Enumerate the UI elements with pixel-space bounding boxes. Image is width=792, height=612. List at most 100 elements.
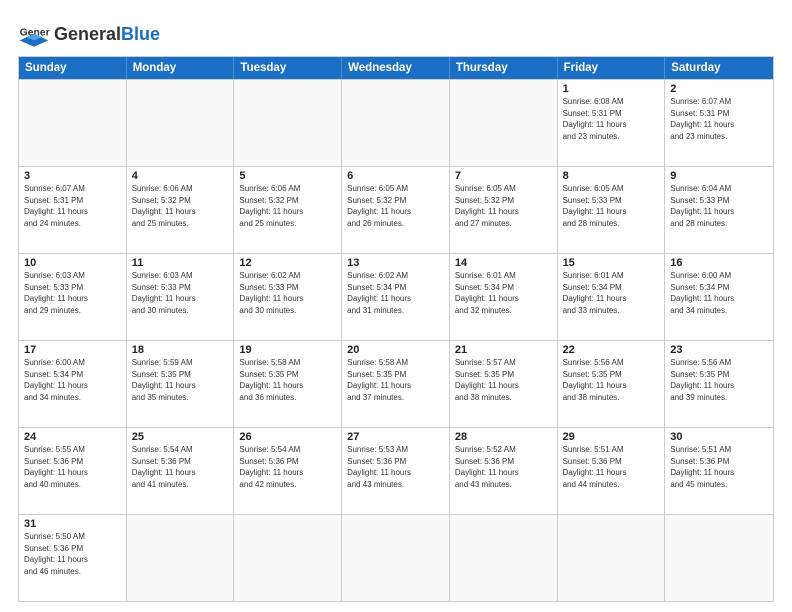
day-number: 5: [239, 170, 336, 182]
day-number: 13: [347, 257, 444, 269]
day-info: Sunrise: 5:55 AM Sunset: 5:36 PM Dayligh…: [24, 444, 121, 490]
day-cell-13: 13Sunrise: 6:02 AM Sunset: 5:34 PM Dayli…: [342, 254, 450, 340]
day-number: 12: [239, 257, 336, 269]
day-info: Sunrise: 6:08 AM Sunset: 5:31 PM Dayligh…: [563, 96, 660, 142]
day-info: Sunrise: 6:01 AM Sunset: 5:34 PM Dayligh…: [563, 270, 660, 316]
day-number: 26: [239, 431, 336, 443]
calendar-row-3: 17Sunrise: 6:00 AM Sunset: 5:34 PM Dayli…: [19, 340, 773, 427]
day-cell-6: 6Sunrise: 6:05 AM Sunset: 5:32 PM Daylig…: [342, 167, 450, 253]
day-number: 10: [24, 257, 121, 269]
day-number: 18: [132, 344, 229, 356]
day-cell-9: 9Sunrise: 6:04 AM Sunset: 5:33 PM Daylig…: [665, 167, 773, 253]
day-info: Sunrise: 5:54 AM Sunset: 5:36 PM Dayligh…: [239, 444, 336, 490]
empty-cell-r5-c6: [665, 515, 773, 601]
day-number: 31: [24, 518, 121, 530]
day-cell-4: 4Sunrise: 6:06 AM Sunset: 5:32 PM Daylig…: [127, 167, 235, 253]
calendar-row-2: 10Sunrise: 6:03 AM Sunset: 5:33 PM Dayli…: [19, 253, 773, 340]
day-number: 15: [563, 257, 660, 269]
day-number: 29: [563, 431, 660, 443]
day-cell-16: 16Sunrise: 6:00 AM Sunset: 5:34 PM Dayli…: [665, 254, 773, 340]
day-number: 22: [563, 344, 660, 356]
day-cell-28: 28Sunrise: 5:52 AM Sunset: 5:36 PM Dayli…: [450, 428, 558, 514]
empty-cell-r5-c2: [234, 515, 342, 601]
day-number: 30: [670, 431, 768, 443]
day-info: Sunrise: 6:02 AM Sunset: 5:34 PM Dayligh…: [347, 270, 444, 316]
day-cell-26: 26Sunrise: 5:54 AM Sunset: 5:36 PM Dayli…: [234, 428, 342, 514]
calendar-header-row: SundayMondayTuesdayWednesdayThursdayFrid…: [19, 57, 773, 79]
day-info: Sunrise: 5:57 AM Sunset: 5:35 PM Dayligh…: [455, 357, 552, 403]
day-number: 9: [670, 170, 768, 182]
calendar-row-1: 3Sunrise: 6:07 AM Sunset: 5:31 PM Daylig…: [19, 166, 773, 253]
weekday-header-monday: Monday: [127, 57, 235, 79]
weekday-header-wednesday: Wednesday: [342, 57, 450, 79]
day-info: Sunrise: 6:05 AM Sunset: 5:32 PM Dayligh…: [455, 183, 552, 229]
day-cell-12: 12Sunrise: 6:02 AM Sunset: 5:33 PM Dayli…: [234, 254, 342, 340]
empty-cell-r5-c5: [558, 515, 666, 601]
day-cell-3: 3Sunrise: 6:07 AM Sunset: 5:31 PM Daylig…: [19, 167, 127, 253]
day-number: 19: [239, 344, 336, 356]
day-number: 2: [670, 83, 768, 95]
day-number: 4: [132, 170, 229, 182]
day-cell-7: 7Sunrise: 6:05 AM Sunset: 5:32 PM Daylig…: [450, 167, 558, 253]
day-info: Sunrise: 5:51 AM Sunset: 5:36 PM Dayligh…: [670, 444, 768, 490]
empty-cell-r5-c4: [450, 515, 558, 601]
empty-cell-r5-c1: [127, 515, 235, 601]
weekday-header-sunday: Sunday: [19, 57, 127, 79]
weekday-header-tuesday: Tuesday: [234, 57, 342, 79]
day-cell-2: 2Sunrise: 6:07 AM Sunset: 5:31 PM Daylig…: [665, 80, 773, 166]
day-cell-1: 1Sunrise: 6:08 AM Sunset: 5:31 PM Daylig…: [558, 80, 666, 166]
calendar-row-4: 24Sunrise: 5:55 AM Sunset: 5:36 PM Dayli…: [19, 427, 773, 514]
day-cell-10: 10Sunrise: 6:03 AM Sunset: 5:33 PM Dayli…: [19, 254, 127, 340]
day-number: 6: [347, 170, 444, 182]
generalblue-logo-icon: General: [18, 18, 50, 50]
day-info: Sunrise: 6:06 AM Sunset: 5:32 PM Dayligh…: [239, 183, 336, 229]
day-info: Sunrise: 5:52 AM Sunset: 5:36 PM Dayligh…: [455, 444, 552, 490]
empty-cell-r0-c3: [342, 80, 450, 166]
day-cell-30: 30Sunrise: 5:51 AM Sunset: 5:36 PM Dayli…: [665, 428, 773, 514]
weekday-header-saturday: Saturday: [665, 57, 773, 79]
day-info: Sunrise: 6:00 AM Sunset: 5:34 PM Dayligh…: [670, 270, 768, 316]
empty-cell-r0-c1: [127, 80, 235, 166]
day-cell-15: 15Sunrise: 6:01 AM Sunset: 5:34 PM Dayli…: [558, 254, 666, 340]
empty-cell-r0-c2: [234, 80, 342, 166]
day-cell-5: 5Sunrise: 6:06 AM Sunset: 5:32 PM Daylig…: [234, 167, 342, 253]
day-info: Sunrise: 6:05 AM Sunset: 5:33 PM Dayligh…: [563, 183, 660, 229]
day-number: 1: [563, 83, 660, 95]
day-number: 3: [24, 170, 121, 182]
day-info: Sunrise: 6:07 AM Sunset: 5:31 PM Dayligh…: [670, 96, 768, 142]
empty-cell-r0-c4: [450, 80, 558, 166]
day-cell-20: 20Sunrise: 5:58 AM Sunset: 5:35 PM Dayli…: [342, 341, 450, 427]
calendar-row-5: 31Sunrise: 5:50 AM Sunset: 5:36 PM Dayli…: [19, 514, 773, 601]
logo-text: GeneralBlue: [54, 25, 160, 43]
day-cell-27: 27Sunrise: 5:53 AM Sunset: 5:36 PM Dayli…: [342, 428, 450, 514]
day-info: Sunrise: 5:50 AM Sunset: 5:36 PM Dayligh…: [24, 531, 121, 577]
day-cell-24: 24Sunrise: 5:55 AM Sunset: 5:36 PM Dayli…: [19, 428, 127, 514]
day-number: 8: [563, 170, 660, 182]
day-info: Sunrise: 5:51 AM Sunset: 5:36 PM Dayligh…: [563, 444, 660, 490]
day-cell-21: 21Sunrise: 5:57 AM Sunset: 5:35 PM Dayli…: [450, 341, 558, 427]
day-number: 17: [24, 344, 121, 356]
day-cell-25: 25Sunrise: 5:54 AM Sunset: 5:36 PM Dayli…: [127, 428, 235, 514]
day-info: Sunrise: 6:00 AM Sunset: 5:34 PM Dayligh…: [24, 357, 121, 403]
day-cell-31: 31Sunrise: 5:50 AM Sunset: 5:36 PM Dayli…: [19, 515, 127, 601]
day-cell-17: 17Sunrise: 6:00 AM Sunset: 5:34 PM Dayli…: [19, 341, 127, 427]
day-number: 14: [455, 257, 552, 269]
day-number: 21: [455, 344, 552, 356]
logo: General GeneralBlue: [18, 18, 160, 50]
empty-cell-r0-c0: [19, 80, 127, 166]
calendar-body: 1Sunrise: 6:08 AM Sunset: 5:31 PM Daylig…: [19, 79, 773, 601]
day-info: Sunrise: 6:03 AM Sunset: 5:33 PM Dayligh…: [24, 270, 121, 316]
day-info: Sunrise: 6:03 AM Sunset: 5:33 PM Dayligh…: [132, 270, 229, 316]
day-info: Sunrise: 5:58 AM Sunset: 5:35 PM Dayligh…: [347, 357, 444, 403]
day-info: Sunrise: 5:56 AM Sunset: 5:35 PM Dayligh…: [670, 357, 768, 403]
day-number: 28: [455, 431, 552, 443]
page: General GeneralBlue SundayMondayTuesdayW…: [0, 0, 792, 612]
day-number: 27: [347, 431, 444, 443]
day-cell-14: 14Sunrise: 6:01 AM Sunset: 5:34 PM Dayli…: [450, 254, 558, 340]
empty-cell-r5-c3: [342, 515, 450, 601]
weekday-header-friday: Friday: [558, 57, 666, 79]
day-info: Sunrise: 5:58 AM Sunset: 5:35 PM Dayligh…: [239, 357, 336, 403]
day-info: Sunrise: 6:04 AM Sunset: 5:33 PM Dayligh…: [670, 183, 768, 229]
day-info: Sunrise: 6:05 AM Sunset: 5:32 PM Dayligh…: [347, 183, 444, 229]
day-info: Sunrise: 5:56 AM Sunset: 5:35 PM Dayligh…: [563, 357, 660, 403]
